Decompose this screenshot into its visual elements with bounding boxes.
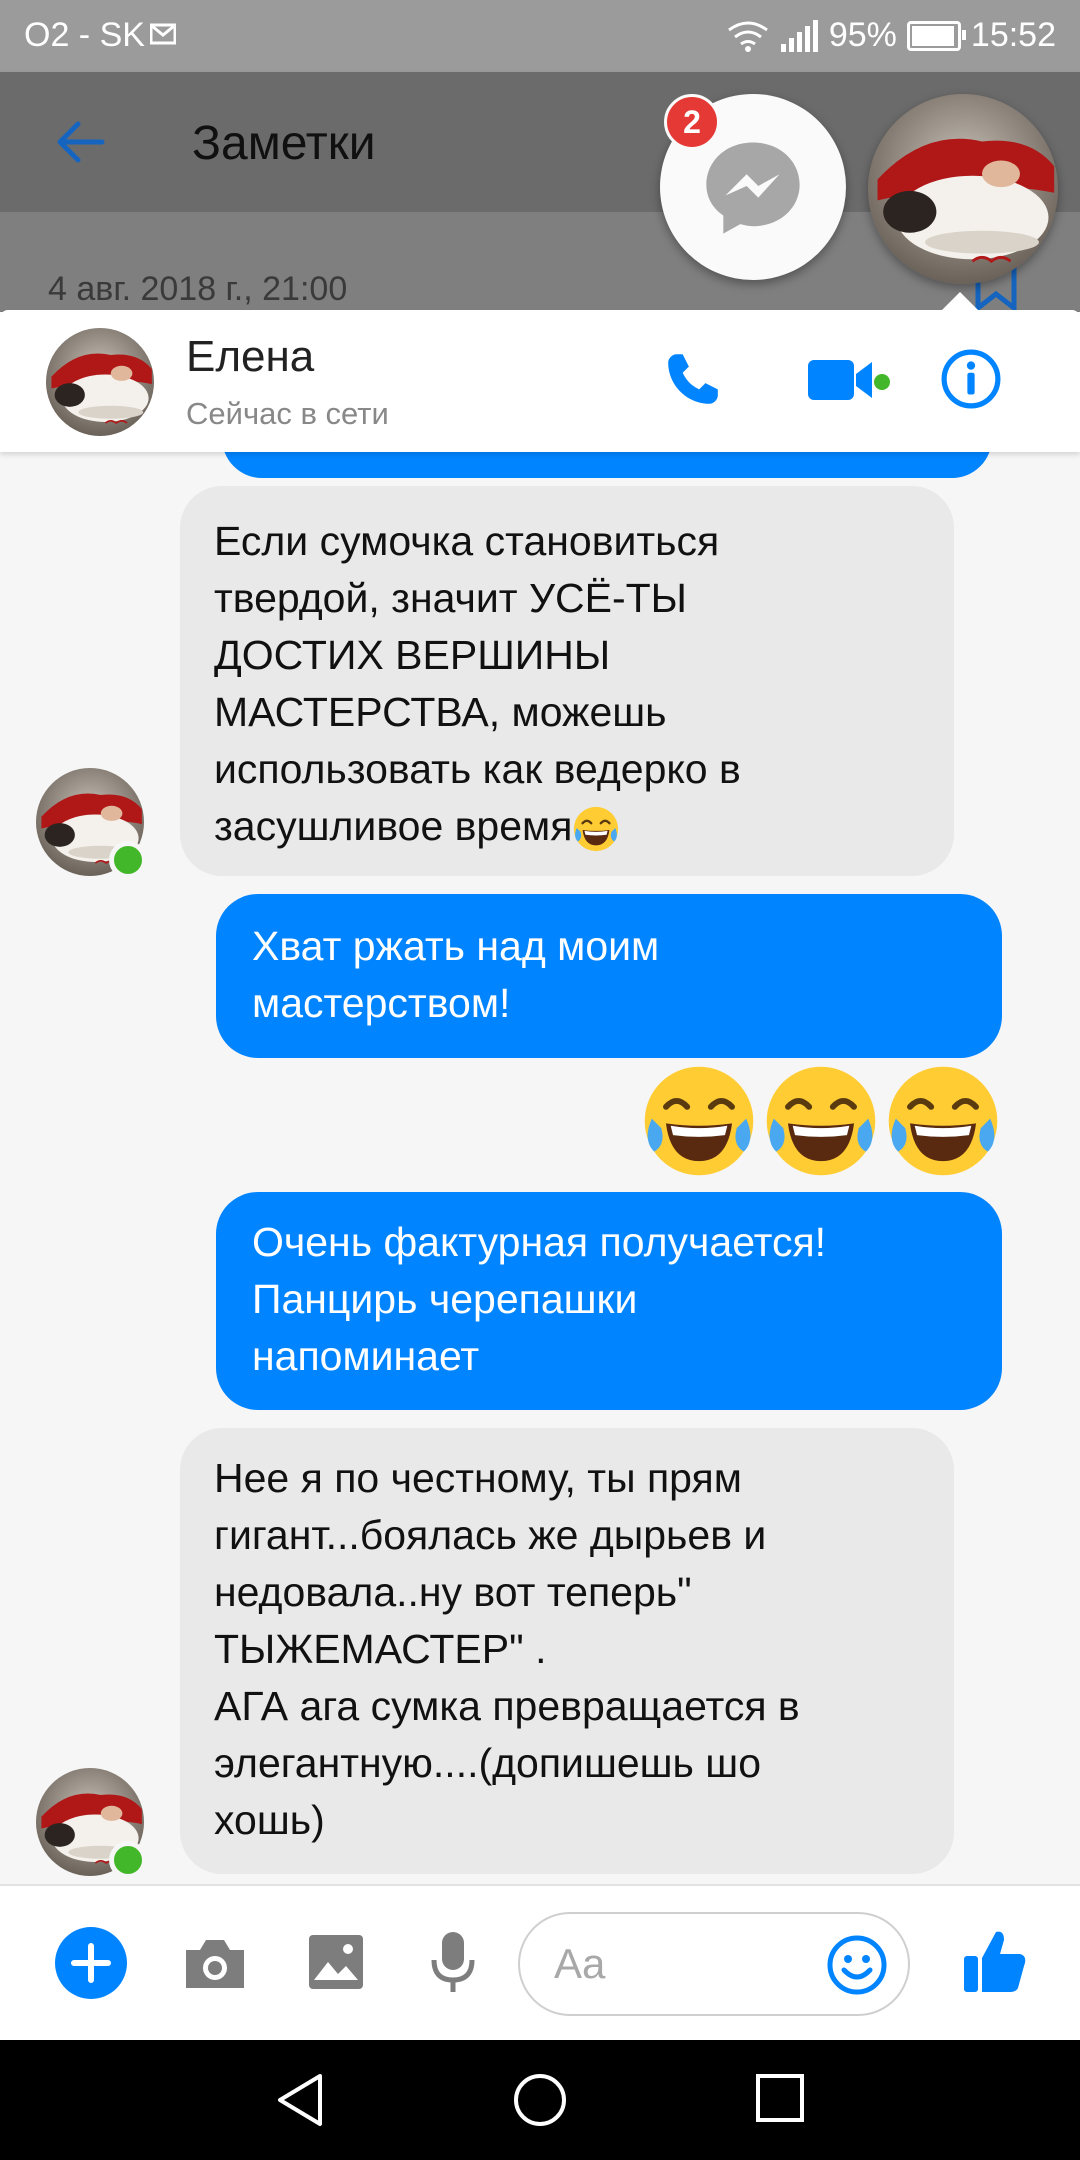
contact-chathead[interactable] — [868, 94, 1058, 284]
navigation-bar — [0, 2040, 1080, 2160]
microphone-icon[interactable] — [428, 1928, 478, 1998]
emoji-message[interactable] — [640, 1062, 1002, 1186]
mail-icon — [150, 23, 176, 45]
message-line: Нее я по честному, ты прям — [214, 1455, 742, 1501]
unread-badge: 2 — [664, 94, 720, 150]
contact-name[interactable]: Елена — [186, 332, 314, 382]
status-bar: O2 - SK 95% 15:52 — [0, 0, 1080, 72]
message-list[interactable]: Если сумочка становиться твердой, значит… — [0, 452, 1080, 1884]
outgoing-message-bubble[interactable]: Очень фактурная получается! Панцирь чере… — [216, 1192, 1002, 1410]
laughing-tears-emoji-icon — [572, 805, 620, 853]
triangle-back-icon[interactable] — [272, 2070, 328, 2130]
video-online-dot — [874, 374, 890, 390]
message-line: АГА ага сумка превращается в — [214, 1683, 800, 1729]
messenger-icon — [706, 142, 800, 234]
previous-message-bubble — [222, 452, 992, 478]
video-camera-icon[interactable] — [806, 354, 880, 406]
signal-icon — [780, 19, 818, 52]
battery-icon — [906, 20, 966, 51]
message-line: хошь) — [214, 1797, 325, 1843]
chathead-pointer — [940, 292, 980, 312]
image-icon[interactable] — [306, 1932, 366, 1992]
contact-avatar-image — [868, 94, 1058, 284]
note-date: 4 авг. 2018 г., 21:00 — [48, 270, 348, 308]
message-line: Если сумочка становиться — [214, 518, 720, 564]
info-icon[interactable] — [940, 348, 1002, 410]
message-input[interactable]: Aa — [518, 1912, 910, 2016]
outgoing-message-bubble[interactable]: Хват ржать над моим мастерством! — [216, 894, 1002, 1058]
plus-icon[interactable] — [54, 1926, 128, 2000]
messenger-chathead[interactable]: 2 — [660, 94, 846, 280]
message-line: использовать как ведерко в — [214, 746, 741, 792]
arrow-left-icon[interactable] — [50, 112, 110, 172]
message-line: ДОСТИХ ВЕРШИНЫ — [214, 632, 611, 678]
message-line: недовала..ну вот теперь" — [214, 1569, 692, 1615]
message-input-placeholder: Aa — [554, 1940, 606, 1987]
phone-icon[interactable] — [662, 348, 724, 410]
message-line: напоминает — [252, 1333, 480, 1379]
message-composer: Aa — [0, 1884, 1080, 2042]
message-line: Панцирь черепашки — [252, 1276, 638, 1322]
clock: 15:52 — [970, 16, 1056, 54]
incoming-message-bubble[interactable]: Нее я по честному, ты прям гигант...боял… — [180, 1428, 954, 1874]
contact-status: Сейчас в сети — [186, 396, 389, 431]
online-indicator — [109, 841, 147, 879]
incoming-message-bubble[interactable]: Если сумочка становиться твердой, значит… — [180, 486, 954, 876]
wifi-icon — [727, 21, 768, 52]
message-line: ТЫЖЕМАСТЕР" . — [214, 1626, 547, 1672]
message-line: элегантную....(допишешь шо — [214, 1740, 761, 1786]
circle-home-icon[interactable] — [510, 2070, 570, 2130]
camera-icon[interactable] — [182, 1934, 248, 1992]
notes-title: Заметки — [192, 117, 376, 170]
laughing-tears-emoji-icon — [762, 1062, 880, 1180]
battery-percent: 95% — [828, 16, 897, 54]
carrier-label: O2 - SK — [24, 16, 145, 54]
message-line: Очень фактурная получается! — [252, 1219, 827, 1265]
smiley-icon[interactable] — [826, 1934, 888, 1996]
message-line: гигант...боялась же дырьев и — [214, 1512, 767, 1558]
message-line: Хват ржать над моим — [252, 923, 660, 969]
laughing-tears-emoji-icon — [884, 1062, 1002, 1180]
message-line: твердой, значит УСЁ-ТЫ — [214, 575, 687, 621]
message-line: засушливое время — [214, 803, 573, 849]
thumbs-up-icon[interactable] — [962, 1926, 1028, 1996]
online-indicator — [109, 1841, 147, 1879]
avatar[interactable] — [46, 328, 154, 436]
message-line: МАСТЕРСТВА, можешь — [214, 689, 667, 735]
laughing-tears-emoji-icon — [640, 1062, 758, 1180]
message-line: мастерством! — [252, 980, 511, 1026]
chat-header: Елена Сейчас в сети — [0, 310, 1080, 452]
square-recents-icon[interactable] — [752, 2070, 808, 2126]
